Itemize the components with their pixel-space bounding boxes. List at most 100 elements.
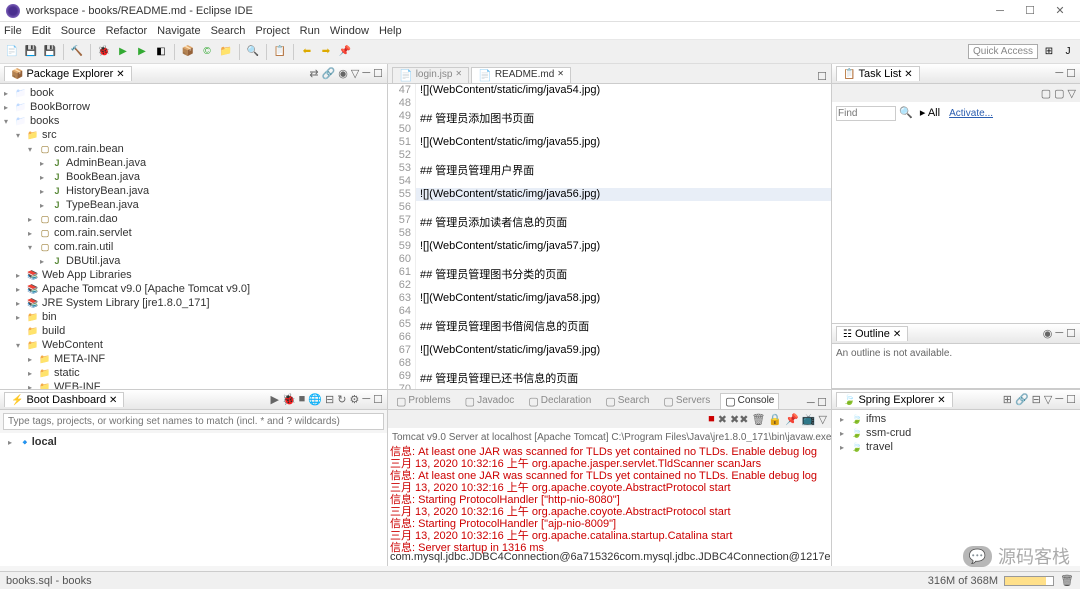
nav-back-icon[interactable]: ⬅ [299, 44, 315, 60]
quick-access-input[interactable] [968, 44, 1038, 59]
bd-stop-icon[interactable]: ■ [299, 393, 306, 406]
code-line[interactable]: 52 [388, 149, 831, 162]
save-all-icon[interactable]: 💾 [42, 44, 58, 60]
boot-dashboard-tab[interactable]: ⚡ Boot Dashboard ✕ [4, 392, 124, 407]
code-line[interactable]: 49## 管理员添加图书页面 [388, 110, 831, 123]
maximize-button[interactable]: ☐ [1016, 2, 1044, 20]
bd-open-icon[interactable]: 🌐 [308, 393, 322, 406]
task-find-input[interactable] [836, 106, 896, 121]
bd-collapse-icon[interactable]: ⊟ [325, 393, 334, 406]
menu-icon[interactable]: ▽ [351, 67, 359, 80]
outline-tab[interactable]: ☷ Outline ✕ [836, 326, 908, 341]
menu-source[interactable]: Source [61, 25, 96, 37]
max-icon[interactable]: ☐ [1066, 67, 1076, 80]
console-remove-icon[interactable]: ✖ [718, 413, 727, 426]
boot-dash-filter-input[interactable] [3, 413, 384, 430]
tree-item[interactable]: ▸BookBorrow [0, 100, 387, 114]
max-icon[interactable]: ☐ [373, 393, 383, 406]
min-icon[interactable]: ─ [807, 397, 815, 409]
tree-item[interactable]: ▸bin [0, 310, 387, 324]
code-line[interactable]: 48 [388, 97, 831, 110]
console-lock-icon[interactable]: 🔒 [768, 413, 782, 426]
spring-explorer-tab[interactable]: 🍃 Spring Explorer ✕ [836, 392, 953, 407]
menu-run[interactable]: Run [300, 25, 320, 37]
tree-item[interactable]: ▸DBUtil.java [0, 254, 387, 268]
task-tool-icon[interactable]: ▢ [1054, 87, 1064, 100]
bottom-tab-declaration[interactable]: ▢Declaration [524, 394, 595, 409]
pin-icon[interactable]: 📌 [337, 44, 353, 60]
spring-item[interactable]: ▸🍃ifms [836, 412, 1076, 426]
code-editor[interactable]: 47![](WebContent/static/img/java54.jpg)4… [388, 84, 831, 389]
coverage-icon[interactable]: ◧ [153, 44, 169, 60]
bd-debug-icon[interactable]: 🐞 [282, 393, 296, 406]
menu-refactor[interactable]: Refactor [106, 25, 148, 37]
new-folder-icon[interactable]: 📁 [218, 44, 234, 60]
code-line[interactable]: 61## 管理员管理图书分类的页面 [388, 266, 831, 279]
tree-item[interactable]: ▸Apache Tomcat v9.0 [Apache Tomcat v9.0] [0, 282, 387, 296]
code-line[interactable]: 65## 管理员管理图书借阅信息的页面 [388, 318, 831, 331]
task-activate-link[interactable]: Activate... [949, 108, 993, 119]
tree-item[interactable]: ▸JRE System Library [jre1.8.0_171] [0, 296, 387, 310]
spring-menu-icon[interactable]: ▽ [1044, 393, 1052, 406]
java-perspective-icon[interactable]: J [1060, 44, 1076, 60]
tree-item[interactable]: build [0, 324, 387, 338]
code-line[interactable]: 56 [388, 201, 831, 214]
spring-item[interactable]: ▸🍃travel [836, 440, 1076, 454]
gc-icon[interactable]: 🗑 [1060, 574, 1074, 587]
spring-tool-icon[interactable]: 🔗 [1015, 393, 1029, 406]
bottom-tab-console[interactable]: ▢Console [720, 393, 779, 409]
task-tool-icon[interactable]: ▽ [1068, 87, 1076, 100]
tree-item[interactable]: ▸WEB-INF [0, 380, 387, 389]
code-line[interactable]: 57## 管理员添加读者信息的页面 [388, 214, 831, 227]
code-line[interactable]: 69## 管理员管理已还书信息的页面 [388, 370, 831, 383]
save-icon[interactable]: 💾 [23, 44, 39, 60]
menu-help[interactable]: Help [379, 25, 402, 37]
bottom-tab-servers[interactable]: ▢Servers [659, 394, 714, 409]
tree-item[interactable]: ▸TypeBean.java [0, 198, 387, 212]
code-line[interactable]: 67![](WebContent/static/img/java59.jpg) [388, 344, 831, 357]
task-all-link[interactable]: ▸ All [920, 107, 940, 119]
tree-item[interactable]: ▸static [0, 366, 387, 380]
tree-item[interactable]: ▾src [0, 128, 387, 142]
menu-navigate[interactable]: Navigate [157, 25, 200, 37]
task-icon[interactable]: 📋 [272, 44, 288, 60]
bottom-tab-javadoc[interactable]: ▢Javadoc [461, 394, 519, 409]
bd-filter-icon[interactable]: ⚙ [349, 393, 359, 406]
code-line[interactable]: 64 [388, 305, 831, 318]
task-list-tab[interactable]: 📋 Task List ✕ [836, 66, 920, 81]
spring-tool-icon[interactable]: ⊞ [1003, 393, 1012, 406]
tree-item[interactable]: ▸META-INF [0, 352, 387, 366]
package-explorer-tree[interactable]: ▸book▸BookBorrow▾books▾src▾com.rain.bean… [0, 84, 387, 389]
tree-item[interactable]: ▸book [0, 86, 387, 100]
link-icon[interactable]: 🔗 [322, 67, 336, 80]
menu-search[interactable]: Search [211, 25, 246, 37]
bd-refresh-icon[interactable]: ↻ [337, 393, 346, 406]
bd-run-icon[interactable]: ▶ [270, 393, 278, 406]
search-icon[interactable]: 🔍 [245, 44, 261, 60]
tree-item[interactable]: ▸HistoryBean.java [0, 184, 387, 198]
outline-menu-icon[interactable]: ◉ [1043, 327, 1053, 340]
tree-item[interactable]: ▾WebContent [0, 338, 387, 352]
min-icon[interactable]: ─ [362, 393, 370, 406]
min-icon[interactable]: ─ [1055, 393, 1063, 406]
console-pin-icon[interactable]: 📌 [785, 413, 799, 426]
max-icon[interactable]: ☐ [817, 397, 827, 409]
max-icon[interactable]: ☐ [1066, 393, 1076, 406]
console-stop-icon[interactable]: ■ [708, 413, 715, 425]
max-icon[interactable]: ☐ [373, 67, 383, 80]
bottom-tab-problems[interactable]: ▢Problems [392, 394, 455, 409]
close-button[interactable]: ✕ [1046, 2, 1074, 20]
menu-file[interactable]: File [4, 25, 22, 37]
package-explorer-tab[interactable]: 📦 Package Explorer ✕ [4, 66, 132, 81]
maximize-editor-icon[interactable]: ☐ [817, 70, 827, 83]
code-line[interactable]: 59![](WebContent/static/img/java57.jpg) [388, 240, 831, 253]
code-line[interactable]: 68 [388, 357, 831, 370]
run-icon[interactable]: ▶ [115, 44, 131, 60]
max-icon[interactable]: ☐ [1066, 327, 1076, 340]
code-line[interactable]: 55![](WebContent/static/img/java56.jpg) [388, 188, 831, 201]
min-icon[interactable]: ─ [1055, 327, 1063, 340]
editor-tab[interactable]: 📄README.md ✕ [471, 67, 571, 83]
bottom-tab-search[interactable]: ▢Search [601, 394, 653, 409]
menu-edit[interactable]: Edit [32, 25, 51, 37]
tree-item[interactable]: ▸AdminBean.java [0, 156, 387, 170]
